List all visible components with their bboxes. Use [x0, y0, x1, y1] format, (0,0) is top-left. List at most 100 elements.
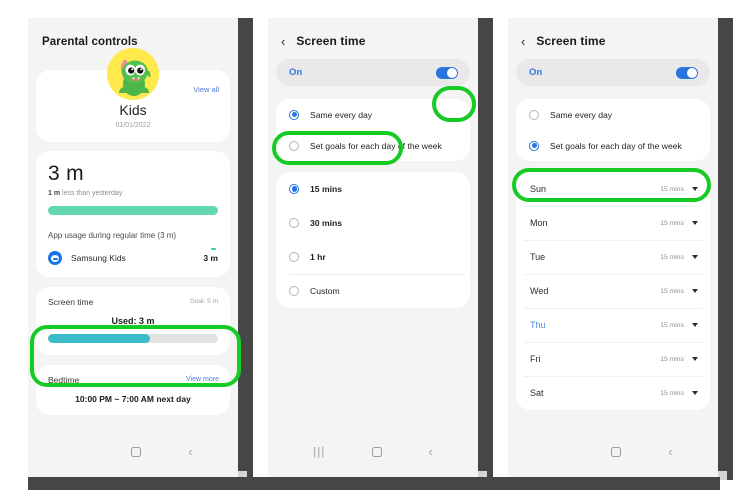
screen-time-toggle-bar[interactable]: On: [516, 59, 710, 86]
phone-3-screen: ‹ Screen time On Same every day Set goal…: [508, 18, 718, 480]
radio-icon[interactable]: [529, 109, 539, 120]
chevron-down-icon[interactable]: [692, 391, 698, 395]
radio-icon[interactable]: [289, 252, 299, 262]
radio-icon[interactable]: [289, 286, 299, 296]
app-time: 3 m: [203, 248, 218, 263]
mode-option-label: Set goals for each day of the week: [550, 140, 682, 151]
mode-option-same-every-day[interactable]: Same every day: [516, 99, 710, 130]
day-value: 15 mins: [660, 355, 684, 363]
day-value-group[interactable]: 15 mins: [660, 390, 698, 397]
navigation-bar-1: ‹: [28, 437, 238, 467]
usage-delta-text: less than yesterday: [60, 190, 123, 197]
phone-1-bezel: [238, 18, 253, 480]
phone-3-bezel: [718, 18, 733, 480]
mode-options-card-2: Same every day Set goals for each day of…: [276, 99, 470, 161]
mode-option-set-goals[interactable]: Set goals for each day of the week: [516, 130, 710, 161]
chevron-down-icon[interactable]: [692, 221, 698, 225]
back-chevron-icon[interactable]: ‹: [521, 35, 525, 48]
day-value: 15 mins: [660, 321, 684, 329]
bedtime-card[interactable]: Bedtime View more 10:00 PM ~ 7:00 AM nex…: [36, 365, 230, 415]
day-row[interactable]: Wed 15 mins: [516, 274, 710, 308]
duration-option-custom[interactable]: Custom: [276, 274, 470, 308]
screen-time-progress-track: [48, 334, 218, 343]
bedtime-schedule: 10:00 PM ~ 7:00 AM next day: [75, 394, 191, 404]
recents-icon[interactable]: |||: [313, 446, 325, 458]
phone-2-bezel: [478, 18, 493, 480]
day-row[interactable]: Mon 15 mins: [516, 206, 710, 240]
app-usage-header: App usage during regular time (3 m): [48, 231, 177, 240]
day-row[interactable]: Sat 15 mins: [516, 376, 710, 410]
samsung-kids-icon: [48, 251, 62, 265]
kid-profile-card[interactable]: View all Kids 01/01/2022: [36, 48, 230, 142]
header-title: Screen time: [296, 34, 366, 48]
day-value-group[interactable]: 15 mins: [660, 186, 698, 193]
screen-time-card[interactable]: Screen time Goal: 5 m Used: 3 m: [36, 287, 230, 355]
chevron-down-icon[interactable]: [692, 323, 698, 327]
screen-time-progress-fill: [48, 334, 150, 343]
duration-option-label: Custom: [310, 286, 340, 296]
bedtime-view-more-link[interactable]: View more: [186, 376, 219, 383]
screen-time-switch[interactable]: [436, 66, 458, 79]
day-row[interactable]: Tue 15 mins: [516, 240, 710, 274]
chevron-down-icon[interactable]: [692, 289, 698, 293]
radio-icon[interactable]: [289, 109, 299, 120]
day-row[interactable]: Sun 15 mins: [516, 172, 710, 206]
app-usage-row[interactable]: Samsung Kids 3 m: [48, 248, 218, 265]
day-value-group[interactable]: 15 mins: [660, 322, 698, 329]
day-row[interactable]: Thu 15 mins: [516, 308, 710, 342]
phone-2-screen-time-same-every-day: ‹ Screen time On Same every day Set goal…: [268, 18, 478, 480]
dinosaur-avatar-svg: [107, 48, 159, 100]
day-value-group[interactable]: 15 mins: [660, 220, 698, 227]
radio-icon[interactable]: [289, 218, 299, 228]
navigation-bar-3: ‹: [508, 437, 718, 467]
duration-option-15-mins[interactable]: 15 mins: [276, 172, 470, 206]
day-value-group[interactable]: 15 mins: [660, 254, 698, 261]
screen-time-goal: Goal: 5 m: [189, 298, 218, 305]
mode-options-card-3: Same every day Set goals for each day of…: [516, 99, 710, 161]
back-icon[interactable]: ‹: [188, 446, 192, 458]
chevron-down-icon[interactable]: [692, 357, 698, 361]
day-label: Sat: [530, 388, 544, 398]
home-icon[interactable]: [610, 447, 621, 457]
home-icon[interactable]: [130, 447, 141, 457]
duration-option-30-mins[interactable]: 30 mins: [276, 206, 470, 240]
home-icon[interactable]: [372, 447, 383, 457]
kid-name: Kids: [119, 102, 147, 118]
mode-option-label: Same every day: [310, 109, 373, 120]
day-label: Thu: [530, 320, 546, 330]
duration-option-label: 1 hr: [310, 252, 326, 262]
back-chevron-icon[interactable]: ‹: [281, 35, 285, 48]
phone-2-screen: ‹ Screen time On Same every day Set goal…: [268, 18, 478, 480]
header-title: Screen time: [536, 34, 606, 48]
day-value-group[interactable]: 15 mins: [660, 288, 698, 295]
device-shadow-shelf: [28, 477, 720, 490]
day-row[interactable]: Fri 15 mins: [516, 342, 710, 376]
chevron-down-icon[interactable]: [692, 187, 698, 191]
total-usage-value: 3 m: [48, 162, 84, 185]
chevron-down-icon[interactable]: [692, 255, 698, 259]
day-value: 15 mins: [660, 287, 684, 295]
header-2: ‹ Screen time: [268, 18, 478, 48]
phone-1-screen: Parental controls View all Kids 01/01/20…: [28, 18, 238, 480]
day-value: 15 mins: [660, 389, 684, 397]
duration-option-1-hr[interactable]: 1 hr: [276, 240, 470, 274]
mode-option-set-goals[interactable]: Set goals for each day of the week: [276, 130, 470, 161]
radio-icon[interactable]: [289, 140, 299, 151]
day-label: Wed: [530, 286, 549, 296]
day-value: 15 mins: [660, 185, 684, 193]
back-icon[interactable]: ‹: [429, 446, 433, 458]
navigation-bar-2: ||| ‹: [268, 437, 478, 467]
usage-progress-track: [48, 206, 218, 215]
day-value-group[interactable]: 15 mins: [660, 356, 698, 363]
usage-progress-fill: [48, 206, 218, 215]
toggle-state-label: On: [529, 67, 543, 78]
radio-icon[interactable]: [529, 140, 539, 151]
radio-icon[interactable]: [289, 184, 299, 194]
day-value: 15 mins: [660, 219, 684, 227]
screen-time-toggle-bar[interactable]: On: [276, 59, 470, 86]
mode-option-same-every-day[interactable]: Same every day: [276, 99, 470, 130]
view-all-link[interactable]: View all: [193, 85, 219, 94]
screen-time-switch[interactable]: [676, 66, 698, 79]
phone-1-parental-controls: Parental controls View all Kids 01/01/20…: [28, 18, 238, 480]
back-icon[interactable]: ‹: [668, 446, 672, 458]
